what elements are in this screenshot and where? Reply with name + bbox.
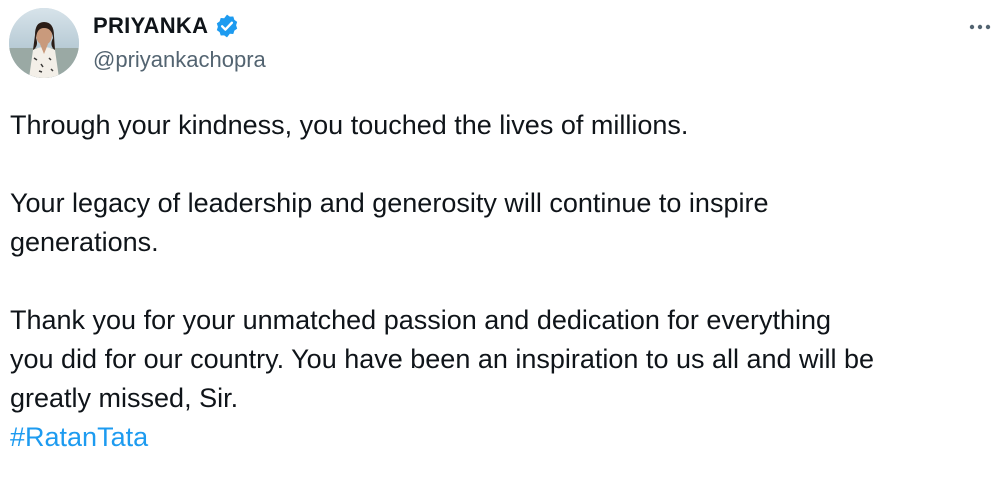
tweet-text: Through your kindness, you touched the l… [10, 106, 1000, 457]
tweet-paragraph-1: Through your kindness, you touched the l… [10, 110, 689, 140]
tweet-paragraph-2-line-2: generations. [10, 227, 159, 257]
display-name[interactable]: PRIYANKA [93, 13, 208, 39]
tweet: PRIYANKA @priyankachopra Through your ki… [0, 0, 1008, 484]
hashtag-link[interactable]: #RatanTata [10, 422, 148, 452]
avatar[interactable] [9, 8, 79, 78]
verified-check-icon [214, 13, 240, 39]
user-handle[interactable]: @priyankachopra [93, 47, 266, 73]
more-horizontal-icon[interactable] [962, 14, 998, 40]
tweet-paragraph-3-line-1: Thank you for your unmatched passion and… [10, 305, 831, 335]
tweet-paragraph-2-line-1: Your legacy of leadership and generosity… [10, 188, 769, 218]
tweet-paragraph-3-line-2: you did for our country. You have been a… [10, 344, 875, 374]
name-row: PRIYANKA [93, 12, 240, 40]
tweet-paragraph-3-line-3: greatly missed, Sir. [10, 383, 239, 413]
